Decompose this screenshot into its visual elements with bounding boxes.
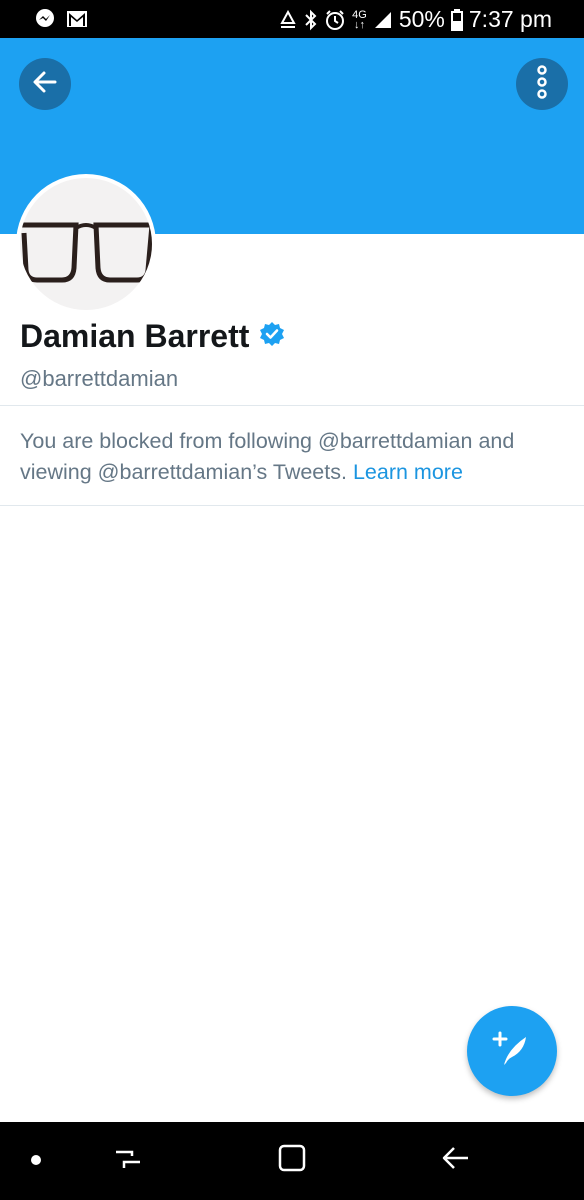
recent-apps-icon[interactable]: [112, 1142, 144, 1179]
dot-icon[interactable]: [28, 1152, 44, 1173]
home-icon[interactable]: [276, 1142, 308, 1179]
status-bar: 4G ↓↑ 50% 7:37 pm: [0, 0, 584, 38]
avatar[interactable]: [16, 174, 156, 314]
compose-tweet-button[interactable]: [467, 1006, 557, 1096]
4g-icon: 4G ↓↑: [352, 8, 367, 31]
system-navigation-bar: [0, 1122, 584, 1200]
learn-more-link[interactable]: Learn more: [353, 460, 463, 484]
recycle-icon: [278, 9, 298, 30]
bluetooth-icon: [304, 9, 318, 31]
back-button[interactable]: [19, 58, 71, 110]
battery-icon: [450, 8, 463, 31]
username-handle: @barrettdamian: [20, 366, 179, 391]
profile-name-row: Damian Barrett: [20, 318, 285, 355]
divider: [0, 505, 584, 506]
verified-badge-icon: [259, 318, 285, 355]
display-name: Damian Barrett: [20, 318, 250, 354]
divider: [0, 405, 584, 406]
battery-percent: 50%: [398, 6, 445, 32]
back-icon[interactable]: [440, 1142, 472, 1179]
more-options-button[interactable]: [516, 58, 568, 110]
network-type: 4G: [352, 8, 367, 21]
gmail-icon: [66, 10, 88, 28]
compose-tweet-icon: [490, 1027, 534, 1076]
arrow-left-icon: [30, 67, 60, 102]
avatar-image: [20, 178, 152, 310]
clock: 7:37 pm: [468, 6, 552, 32]
blocked-notice: You are blocked from following @barrettd…: [20, 426, 560, 488]
more-vertical-icon: [532, 64, 552, 104]
signal-icon: [373, 10, 393, 30]
messenger-icon: [34, 8, 56, 30]
alarm-icon: [324, 9, 346, 31]
